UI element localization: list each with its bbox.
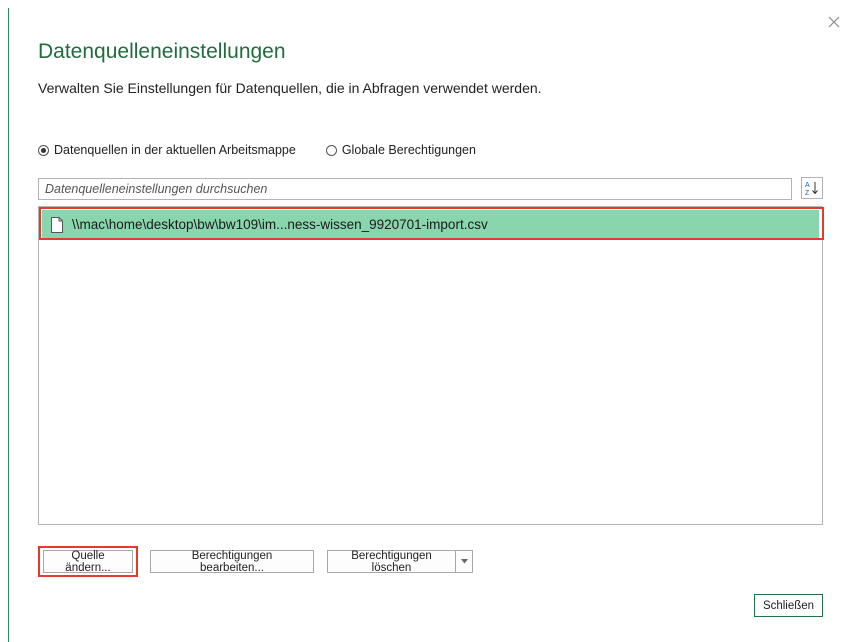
list-item[interactable]: \\mac\home\desktop\bw\bw109\im...ness-wi… xyxy=(42,210,819,239)
list-item-label: \\mac\home\desktop\bw\bw109\im...ness-wi… xyxy=(72,217,488,232)
radio-global-permissions-label: Globale Berechtigungen xyxy=(341,143,476,157)
file-icon xyxy=(51,216,63,233)
svg-text:Z: Z xyxy=(805,190,810,196)
change-source-button[interactable]: Quelle ändern... xyxy=(43,550,133,574)
close-icon xyxy=(828,16,840,28)
search-input[interactable] xyxy=(38,178,792,200)
data-source-settings-dialog: Datenquelleneinstellungen Verwalten Sie … xyxy=(0,0,845,642)
dialog-title: Datenquelleneinstellungen xyxy=(38,40,286,63)
close-dialog-button[interactable]: Schließen xyxy=(754,594,823,617)
svg-text:A: A xyxy=(805,182,810,189)
radio-selected-indicator[interactable] xyxy=(38,144,49,156)
dialog-subtitle: Verwalten Sie Einstellungen für Datenque… xyxy=(38,80,542,96)
sort-button[interactable]: A Z xyxy=(801,177,823,199)
radio-current-workbook-label: Datenquellen in der aktuellen Arbeitsmap… xyxy=(54,143,296,157)
close-button[interactable] xyxy=(826,14,842,30)
sort-az-icon: A Z xyxy=(805,182,818,196)
delete-permissions-dropdown[interactable] xyxy=(455,550,473,573)
scope-radio-group: Datenquellen in der aktuellen Arbeitsmap… xyxy=(38,143,476,157)
edit-permissions-button[interactable]: Berechtigungen bearbeiten... xyxy=(150,550,314,574)
radio-current-workbook[interactable]: Datenquellen in der aktuellen Arbeitsmap… xyxy=(38,143,296,157)
data-source-list: \\mac\home\desktop\bw\bw109\im...ness-wi… xyxy=(38,206,823,525)
radio-unselected-indicator[interactable] xyxy=(325,144,337,156)
chevron-down-icon xyxy=(460,559,468,564)
delete-permissions-split-button: Berechtigungen löschen xyxy=(327,550,473,574)
window-accent-line xyxy=(8,8,9,642)
delete-permissions-button[interactable]: Berechtigungen löschen xyxy=(327,550,455,574)
radio-global-permissions[interactable]: Globale Berechtigungen xyxy=(325,143,476,157)
